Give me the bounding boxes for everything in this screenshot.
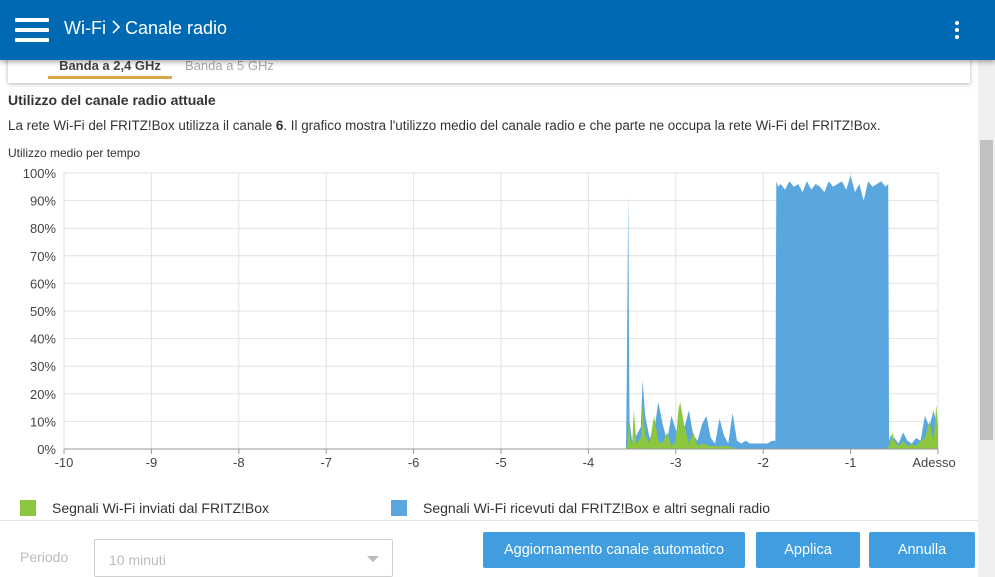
y-tick-label: 10% <box>30 414 56 429</box>
auto-update-channel-button[interactable]: Aggiornamento canale automatico <box>483 532 745 568</box>
channel-usage-chart: 0% 10% 20% 30% 40% 50% 60% 70% 80% 90% 100% -10 -9 -8… <box>23 166 956 470</box>
x-tick-label: -1 <box>845 455 857 470</box>
y-tick-label: 90% <box>30 194 56 209</box>
legend-label-received: Segnali Wi-Fi ricevuti dal FRITZ!Box e a… <box>423 500 771 516</box>
page-title: Canale radio <box>124 18 228 38</box>
chart-caption: Utilizzo medio per tempo <box>8 146 141 160</box>
legend-sent: Segnali Wi-Fi inviati dal FRITZ!Box <box>20 500 269 516</box>
x-tick-label: -9 <box>146 455 158 470</box>
x-tick-label: -5 <box>495 455 507 470</box>
hamburger-icon[interactable] <box>15 16 49 44</box>
description-suffix: . Il grafico mostra l'utilizzo medio del… <box>283 118 881 133</box>
chevron-right-icon <box>112 18 121 39</box>
x-tick-label: -6 <box>408 455 420 470</box>
legend-received: Segnali Wi-Fi ricevuti dal FRITZ!Box e a… <box>391 500 770 516</box>
y-tick-label: 60% <box>30 276 56 291</box>
scrollbar-thumb[interactable] <box>980 140 993 440</box>
period-label: Periodo <box>20 549 69 565</box>
breadcrumb: Wi-Fi Canale radio <box>64 18 227 39</box>
y-tick-label: 100% <box>23 166 57 181</box>
legend-label-sent: Segnali Wi-Fi inviati dal FRITZ!Box <box>52 500 270 516</box>
x-tick-label: -10 <box>55 455 74 470</box>
x-tick-label: -3 <box>670 455 682 470</box>
y-tick-label: 0% <box>37 442 56 457</box>
tab-band-2-4ghz[interactable]: Banda a 2,4 GHz <box>48 57 172 79</box>
channel-description: La rete Wi-Fi del FRITZ!Box utilizza il … <box>8 118 881 133</box>
x-tick-label: -7 <box>320 455 332 470</box>
y-tick-label: 80% <box>30 221 56 236</box>
cancel-button[interactable]: Annulla <box>869 532 975 568</box>
breadcrumb-wifi[interactable]: Wi-Fi <box>64 18 106 39</box>
legend-swatch-received <box>391 500 407 516</box>
period-select[interactable]: 10 minuti <box>94 539 393 577</box>
y-tick-label: 40% <box>30 332 56 347</box>
apply-button[interactable]: Applica <box>756 532 860 568</box>
chevron-down-icon <box>367 556 379 562</box>
x-tick-label: -4 <box>583 455 595 470</box>
y-tick-label: 50% <box>30 304 56 319</box>
app-header: Wi-Fi Canale radio <box>0 0 995 60</box>
y-tick-label: 20% <box>30 387 56 402</box>
period-value: 10 minuti <box>109 552 166 568</box>
y-tick-label: 30% <box>30 359 56 374</box>
x-tick-label: -2 <box>757 455 769 470</box>
legend-swatch-sent <box>20 500 36 516</box>
x-tick-label: Adesso <box>912 455 955 470</box>
y-tick-label: 70% <box>30 249 56 264</box>
x-tick-label: -8 <box>233 455 245 470</box>
tab-band-5ghz[interactable]: Banda a 5 GHz <box>185 57 305 79</box>
vertical-ellipsis-icon[interactable] <box>950 18 964 42</box>
description-prefix: La rete Wi-Fi del FRITZ!Box utilizza il … <box>8 118 276 133</box>
section-title: Utilizzo del canale radio attuale <box>8 92 216 108</box>
